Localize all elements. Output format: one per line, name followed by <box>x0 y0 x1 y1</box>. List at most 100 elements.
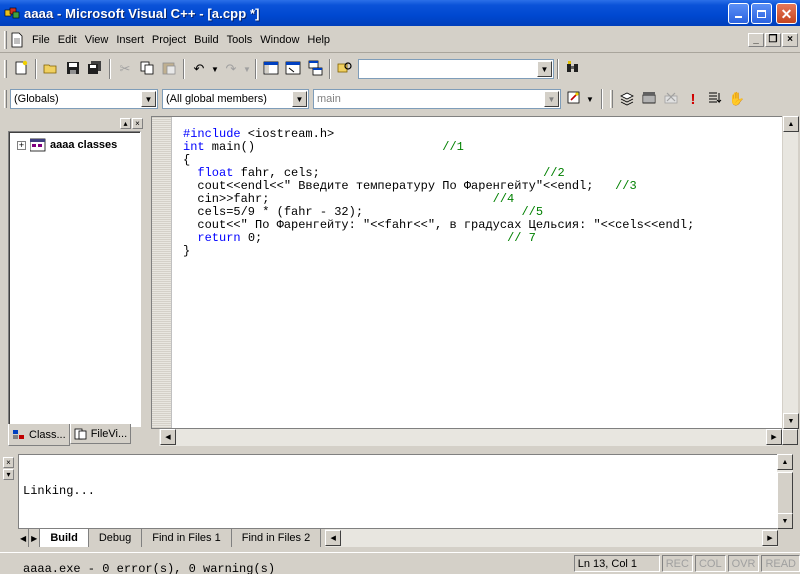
chevron-down-icon[interactable]: ▼ <box>292 91 307 107</box>
editor-gutter[interactable] <box>152 117 172 428</box>
output-toggle-button[interactable] <box>282 58 304 80</box>
minimize-button[interactable] <box>728 3 749 24</box>
tab-scroll-right[interactable]: ▶ <box>29 529 41 547</box>
compile-button[interactable] <box>616 88 638 110</box>
insert-breakpoint-button[interactable]: ✋ <box>726 88 748 110</box>
scroll-down-icon[interactable]: ▼ <box>777 513 793 529</box>
scroll-up-icon[interactable]: ▲ <box>783 116 799 132</box>
workspace-toggle-button[interactable] <box>260 58 282 80</box>
tree-root-label: aaaa classes <box>50 139 118 151</box>
document-icon[interactable] <box>10 32 24 48</box>
mdi-close-button[interactable]: × <box>782 33 798 47</box>
scroll-down-icon[interactable]: ▼ <box>783 413 799 429</box>
menu-tools[interactable]: Tools <box>223 31 257 49</box>
function-combo[interactable]: main ▼ <box>313 89 561 109</box>
redo-dropdown[interactable]: ▼ <box>242 58 252 80</box>
build-icon <box>641 90 657 109</box>
cut-button[interactable]: ✂ <box>114 58 136 80</box>
menu-view[interactable]: View <box>81 31 113 49</box>
scroll-right-icon[interactable]: ▶ <box>766 429 782 445</box>
menu-grip[interactable] <box>4 30 7 49</box>
classes-icon <box>29 138 46 152</box>
scroll-right-icon[interactable]: ▶ <box>762 530 778 546</box>
status-bar: Ln 13, Col 1 REC COL OVR READ <box>0 552 800 574</box>
tab-scroll-left[interactable]: ◀ <box>18 529 30 547</box>
menu-project[interactable]: Project <box>148 31 190 49</box>
menu-build[interactable]: Build <box>190 31 222 49</box>
chevron-down-icon[interactable]: ▼ <box>537 61 552 77</box>
window-list-button[interactable] <box>304 58 326 80</box>
code-line[interactable]: } <box>183 245 694 258</box>
class-view-tree[interactable]: + aaaa classes <box>8 131 141 427</box>
menu-file[interactable]: File <box>28 31 54 49</box>
mdi-restore-button[interactable]: ❐ <box>765 33 781 47</box>
workspace-close-button[interactable]: × <box>132 117 143 129</box>
wizard-action-icon <box>566 90 582 109</box>
restore-button[interactable] <box>751 3 772 24</box>
execute-button[interactable]: ! <box>682 88 704 110</box>
menu-help[interactable]: Help <box>303 31 334 49</box>
chevron-down-icon[interactable]: ▼ <box>544 91 559 107</box>
undo-dropdown[interactable]: ▼ <box>210 58 220 80</box>
build-button[interactable] <box>638 88 660 110</box>
output-pane[interactable]: Linking... aaaa.exe - 0 error(s), 0 warn… <box>18 454 778 574</box>
tab-build[interactable]: Build <box>40 529 89 547</box>
stop-build-button[interactable] <box>660 88 682 110</box>
visual-cpp-app-icon[interactable] <box>4 5 20 21</box>
code-text: main() <box>204 140 443 154</box>
copy-button[interactable] <box>136 58 158 80</box>
save-button[interactable] <box>62 58 84 80</box>
toolbar-grip[interactable] <box>4 60 7 78</box>
tab-debug[interactable]: Debug <box>88 529 143 547</box>
output-horizontal-scrollbar[interactable]: ◀ ▶ <box>325 529 778 547</box>
code-keyword: #include <box>183 127 241 141</box>
build-toolbar-grip[interactable] <box>610 90 613 108</box>
expand-plus-icon[interactable]: + <box>17 140 26 150</box>
wizard-action-button[interactable] <box>563 88 585 110</box>
menu-edit[interactable]: Edit <box>54 31 81 49</box>
window-title: aaaa - Microsoft Visual C++ - [a.cpp *] <box>24 5 260 21</box>
source-code[interactable]: #include <iostream.h> int main() //1{ flo… <box>183 128 694 258</box>
code-editor[interactable]: #include <iostream.h> int main() //1{ flo… <box>151 116 784 429</box>
wizard-action-dropdown[interactable]: ▼ <box>585 88 595 110</box>
scroll-thumb[interactable] <box>777 472 793 514</box>
tab-class-view[interactable]: Class... <box>8 424 70 446</box>
close-button[interactable]: ✕ <box>776 3 797 24</box>
undo-button[interactable]: ↶ <box>188 58 210 80</box>
redo-button[interactable]: ↷ <box>220 58 242 80</box>
open-button[interactable] <box>40 58 62 80</box>
scroll-up-icon[interactable]: ▲ <box>777 454 793 470</box>
hand-icon: ✋ <box>728 91 746 106</box>
find-in-files-button[interactable] <box>334 58 356 80</box>
go-button[interactable] <box>704 88 726 110</box>
editor-vertical-scrollbar[interactable]: ▲ ▼ <box>782 116 799 429</box>
code-line[interactable]: return 0; // 7 <box>183 232 694 245</box>
output-pane-grip[interactable]: × ▾ <box>3 455 16 547</box>
paste-button[interactable] <box>158 58 180 80</box>
members-filter-combo[interactable]: (All global members) ▼ <box>162 89 309 109</box>
output-close-button[interactable]: × <box>3 457 14 468</box>
editor-horizontal-scrollbar[interactable]: ◀ ▶ <box>151 429 782 446</box>
scroll-left-icon[interactable]: ◀ <box>160 429 176 445</box>
menu-window[interactable]: Window <box>256 31 303 49</box>
exclamation-icon: ! <box>690 90 696 108</box>
find-button[interactable] <box>562 58 584 80</box>
output-vertical-scrollbar[interactable]: ▲ ▼ <box>777 454 793 529</box>
mdi-minimize-button[interactable]: _ <box>748 33 764 47</box>
new-text-file-button[interactable] <box>10 58 32 80</box>
scroll-left-icon[interactable]: ◀ <box>325 530 342 546</box>
splitter-box[interactable] <box>151 429 159 446</box>
toolbar-grip[interactable] <box>4 90 7 108</box>
find-combo[interactable]: ▼ <box>358 59 554 79</box>
tab-find-in-files-1[interactable]: Find in Files 1 <box>142 529 232 547</box>
menu-insert[interactable]: Insert <box>112 31 148 49</box>
class-scope-combo[interactable]: (Globals) ▼ <box>10 89 158 109</box>
tab-find-in-files-2[interactable]: Find in Files 2 <box>231 529 322 547</box>
save-all-button[interactable] <box>84 58 106 80</box>
chevron-down-icon[interactable]: ▼ <box>141 91 156 107</box>
workspace-collapse-button[interactable]: ▴ <box>120 117 131 129</box>
output-collapse-button[interactable]: ▾ <box>3 469 14 480</box>
tab-file-view[interactable]: FileVi... <box>69 424 132 444</box>
tree-item-classes[interactable]: + aaaa classes <box>17 138 117 152</box>
code-line[interactable]: int main() //1 <box>183 141 694 154</box>
